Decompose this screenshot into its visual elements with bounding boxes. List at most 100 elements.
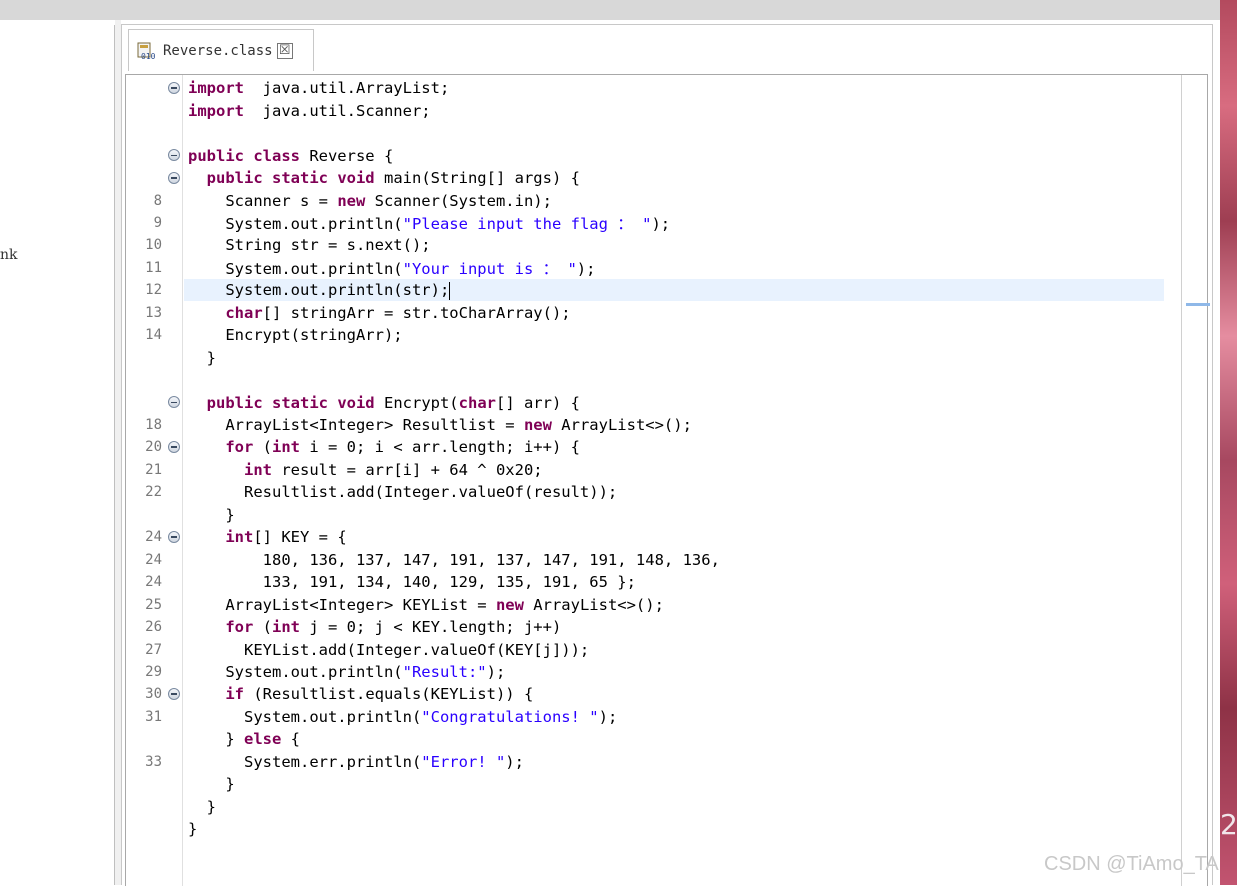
code-line[interactable]: 9 System.out.println("Please input the f… xyxy=(126,212,1166,235)
code-text: ArrayList<Integer> KEYList = new ArrayLi… xyxy=(188,595,664,614)
code-text: Scanner s = new Scanner(System.in); xyxy=(188,191,552,210)
code-line[interactable]: 31 System.out.println("Congratulations! … xyxy=(126,706,1166,729)
line-number: 20 xyxy=(145,439,162,456)
fold-collapse-icon[interactable] xyxy=(168,149,180,162)
line-number: 29 xyxy=(145,663,162,680)
code-line[interactable]: 33 System.err.println("Error! "); xyxy=(126,751,1166,774)
code-line[interactable]: 11 System.out.println("Your input is ： "… xyxy=(126,257,1166,280)
code-line[interactable]: import java.util.Scanner; xyxy=(126,99,1166,122)
line-number: 21 xyxy=(145,461,162,478)
code-text: System.out.println(str); xyxy=(188,281,451,300)
fold-collapse-icon[interactable] xyxy=(168,171,180,184)
line-number: 30 xyxy=(145,686,162,703)
line-number: 14 xyxy=(145,327,162,344)
watermark: CSDN @TiAmo_TA xyxy=(1044,853,1219,875)
code-line[interactable]: 18 ArrayList<Integer> Resultlist = new A… xyxy=(126,414,1166,437)
line-number: 22 xyxy=(145,484,162,501)
line-number: 24 xyxy=(145,529,162,546)
code-line[interactable]: 27 KEYList.add(Integer.valueOf(KEY[j])); xyxy=(126,638,1166,661)
line-number: 11 xyxy=(145,259,162,276)
code-line[interactable]: public class Reverse { xyxy=(126,144,1166,167)
code-text: System.out.println("Result:"); xyxy=(188,662,506,681)
code-line[interactable]: } xyxy=(126,818,1166,841)
window-top-bar xyxy=(0,0,1220,20)
code-line[interactable]: 10 String str = s.next(); xyxy=(126,234,1166,257)
code-text: for (int i = 0; i < arr.length; i++) { xyxy=(225,438,580,457)
current-line-marker xyxy=(1186,303,1210,306)
code-text: int[] KEY = { xyxy=(225,528,347,547)
code-text: System.out.println("Please input the fla… xyxy=(188,214,671,233)
text-caret xyxy=(449,281,451,300)
line-number: 8 xyxy=(153,192,162,209)
code-line[interactable]: } xyxy=(126,773,1166,796)
code-line[interactable]: 13 char[] stringArr = str.toCharArray(); xyxy=(126,302,1166,325)
line-number: 18 xyxy=(145,417,162,433)
code-text: } else { xyxy=(188,730,300,749)
code-text: 133, 191, 134, 140, 129, 135, 191, 65 }; xyxy=(188,573,636,592)
code-text: 180, 136, 137, 147, 191, 137, 147, 191, … xyxy=(188,550,720,569)
code-text: import java.util.ArrayList; xyxy=(188,79,450,98)
code-text: Resultlist.add(Integer.valueOf(result)); xyxy=(188,483,618,502)
line-number: 26 xyxy=(145,619,162,636)
code-line[interactable]: 25 ArrayList<Integer> KEYList = new Arra… xyxy=(126,593,1166,616)
code-text: public class Reverse { xyxy=(188,146,394,165)
close-icon[interactable]: ☒ xyxy=(276,42,293,59)
tab-reverse-class[interactable]: 010 Reverse.class ☒ xyxy=(128,29,314,71)
line-number: 27 xyxy=(145,641,162,658)
code-text: ArrayList<Integer> Resultlist = new Arra… xyxy=(188,416,692,434)
code-line[interactable]: 29 System.out.println("Result:"); xyxy=(126,661,1166,684)
code-line[interactable]: 8 Scanner s = new Scanner(System.in); xyxy=(126,189,1166,212)
fold-collapse-icon[interactable] xyxy=(168,396,180,409)
fold-collapse-icon[interactable] xyxy=(168,82,180,94)
code-text: import java.util.Scanner; xyxy=(188,101,431,120)
background-fragment: 2 xyxy=(1220,808,1237,841)
code-text: if (Resultlist.equals(KEYList)) { xyxy=(225,685,534,704)
line-number: 24 xyxy=(145,574,162,591)
code-line[interactable]: 24 133, 191, 134, 140, 129, 135, 191, 65… xyxy=(126,571,1166,594)
code-line[interactable]: } xyxy=(126,795,1166,818)
code-line[interactable]: public static void main(String[] args) { xyxy=(126,167,1166,190)
line-number: 12 xyxy=(145,282,162,299)
line-number: 24 xyxy=(145,551,162,568)
code-text: System.err.println("Error! "); xyxy=(188,752,524,771)
line-number: 31 xyxy=(145,708,162,725)
fold-collapse-icon[interactable] xyxy=(168,688,180,701)
code-text: String str = s.next(); xyxy=(188,236,431,255)
code-line[interactable]: public static void Encrypt(char[] arr) { xyxy=(126,391,1166,414)
class-file-icon: 010 xyxy=(137,42,159,61)
code-line[interactable]: 24 180, 136, 137, 147, 191, 137, 147, 19… xyxy=(126,548,1166,571)
code-line[interactable]: 12 System.out.println(str); xyxy=(126,279,1166,302)
line-number: 33 xyxy=(145,753,162,770)
code-text: System.out.println("Your input is ： "); xyxy=(188,259,596,278)
code-line[interactable]: 24 int[] KEY = { xyxy=(126,526,1166,549)
code-text: Encrypt(stringArr); xyxy=(188,326,403,345)
code-line[interactable] xyxy=(126,369,1166,392)
code-text: System.out.println("Congratulations! "); xyxy=(188,707,618,726)
code-text: } xyxy=(188,820,198,839)
code-line[interactable]: } xyxy=(126,504,1166,527)
line-number: 9 xyxy=(153,214,162,231)
code-line[interactable]: 22 Resultlist.add(Integer.valueOf(result… xyxy=(126,481,1166,504)
overview-ruler[interactable] xyxy=(1181,75,1210,886)
line-number: 13 xyxy=(145,304,162,321)
code-line[interactable]: 20 for (int i = 0; i < arr.length; i++) … xyxy=(126,436,1166,459)
code-text: KEYList.add(Integer.valueOf(KEY[j])); xyxy=(188,640,590,659)
code-line[interactable] xyxy=(126,122,1166,145)
code-editor[interactable]: import java.util.ArrayList; import java.u… xyxy=(125,74,1210,886)
code-text: public static void main(String[] args) { xyxy=(206,169,580,188)
code-line[interactable]: 30 if (Resultlist.equals(KEYList)) { xyxy=(126,683,1166,706)
fold-collapse-icon[interactable] xyxy=(168,441,180,454)
editor-panel: 010 Reverse.class ☒ import java.util.Arr… xyxy=(121,24,1213,886)
code-line[interactable]: 26 for (int j = 0; j < KEY.length; j++) xyxy=(126,616,1166,639)
tab-label: Reverse.class xyxy=(163,42,273,59)
code-line[interactable]: } xyxy=(126,346,1166,369)
svg-text:010: 010 xyxy=(141,52,156,60)
code-line[interactable]: 14 Encrypt(stringArr); xyxy=(126,324,1166,347)
code-text: } xyxy=(188,505,235,524)
code-line[interactable]: 21 int result = arr[i] + 64 ^ 0x20; xyxy=(126,459,1166,482)
fold-collapse-icon[interactable] xyxy=(168,531,180,543)
code-text: char[] stringArr = str.toCharArray(); xyxy=(225,303,571,322)
code-line[interactable]: import java.util.ArrayList; xyxy=(126,77,1166,100)
code-line[interactable]: } else { xyxy=(126,728,1166,751)
code-text: } xyxy=(188,775,235,794)
